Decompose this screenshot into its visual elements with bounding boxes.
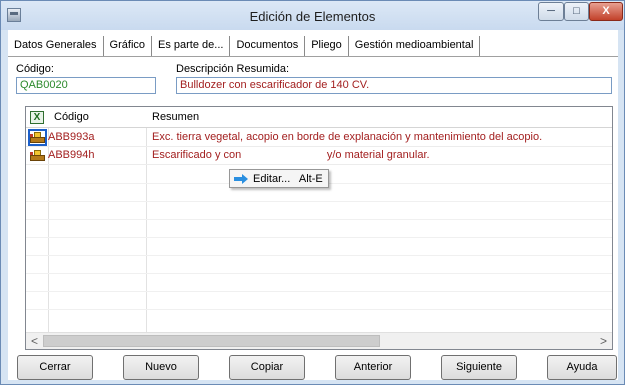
row-codigo: ABB994h <box>48 149 95 161</box>
tab-datos-generales[interactable]: Datos Generales <box>8 36 104 56</box>
scroll-left-icon[interactable]: < <box>26 333 43 349</box>
cerrar-button[interactable]: Cerrar <box>17 355 93 380</box>
tab-divider <box>8 56 618 57</box>
bulldozer-icon <box>30 149 45 162</box>
scroll-right-icon[interactable]: > <box>595 333 612 349</box>
grid-line <box>26 273 612 274</box>
context-menu: Editar... Alt-E <box>229 169 329 188</box>
window-title: Edición de Elementos <box>249 9 376 24</box>
scroll-thumb[interactable] <box>43 335 380 347</box>
nuevo-button[interactable]: Nuevo <box>123 355 199 380</box>
grid-line <box>26 309 612 310</box>
grid-line <box>26 201 612 202</box>
tab-gestion-medioambiental[interactable]: Gestión medioambiental <box>349 36 481 56</box>
tab-es-parte-de[interactable]: Es parte de... <box>152 36 231 56</box>
header-codigo[interactable]: Código <box>54 111 89 123</box>
header-resumen[interactable]: Resumen <box>152 111 199 123</box>
tab-strip: Datos Generales Gráfico Es parte de... D… <box>8 36 481 56</box>
tab-documentos[interactable]: Documentos <box>230 36 306 56</box>
window: Edición de Elementos ─ □ X Datos General… <box>0 0 625 385</box>
table-row[interactable]: ABB993a Exc. tierra vegetal, acopio en b… <box>26 129 612 147</box>
maximize-button[interactable]: □ <box>564 2 589 21</box>
tab-pliego[interactable]: Pliego <box>305 36 349 56</box>
client-area: Datos Generales Gráfico Es parte de... D… <box>8 30 618 380</box>
grid-line <box>26 237 612 238</box>
grid-line <box>26 255 612 256</box>
copiar-button[interactable]: Copiar <box>229 355 305 380</box>
row-codigo: ABB993a <box>48 131 95 143</box>
grid-header: X Código Resumen <box>26 107 612 128</box>
bulldozer-icon <box>28 129 47 146</box>
title-bar[interactable]: Edición de Elementos ─ □ X <box>1 1 624 30</box>
table-row[interactable]: ABB994h Escarificado y con y/o material … <box>26 147 612 165</box>
grid-line <box>26 291 612 292</box>
grid-line <box>26 219 612 220</box>
excel-export-icon[interactable]: X <box>30 111 44 124</box>
edit-arrow-icon <box>234 174 248 184</box>
descripcion-label: Descripción Resumida: <box>176 63 290 75</box>
codigo-label: Código: <box>16 63 54 75</box>
minimize-button[interactable]: ─ <box>538 2 564 21</box>
tab-grafico[interactable]: Gráfico <box>104 36 153 56</box>
anterior-button[interactable]: Anterior <box>335 355 411 380</box>
context-menu-edit[interactable]: Editar... Alt-E <box>253 173 323 185</box>
ayuda-button[interactable]: Ayuda <box>547 355 617 380</box>
codigo-field[interactable]: QAB0020 <box>16 77 156 94</box>
row-resumen: Exc. tierra vegetal, acopio en borde de … <box>152 131 543 143</box>
close-window-button[interactable]: X <box>589 2 623 21</box>
parents-grid[interactable]: X Código Resumen ABB993a Exc. tierra veg… <box>25 106 613 350</box>
horizontal-scrollbar[interactable]: < > <box>26 332 612 349</box>
siguiente-button[interactable]: Siguiente <box>441 355 517 380</box>
descripcion-field[interactable]: Bulldozer con escarificador de 140 CV. <box>176 77 612 94</box>
row-resumen: Escarificado y con y/o material granular… <box>152 149 430 161</box>
